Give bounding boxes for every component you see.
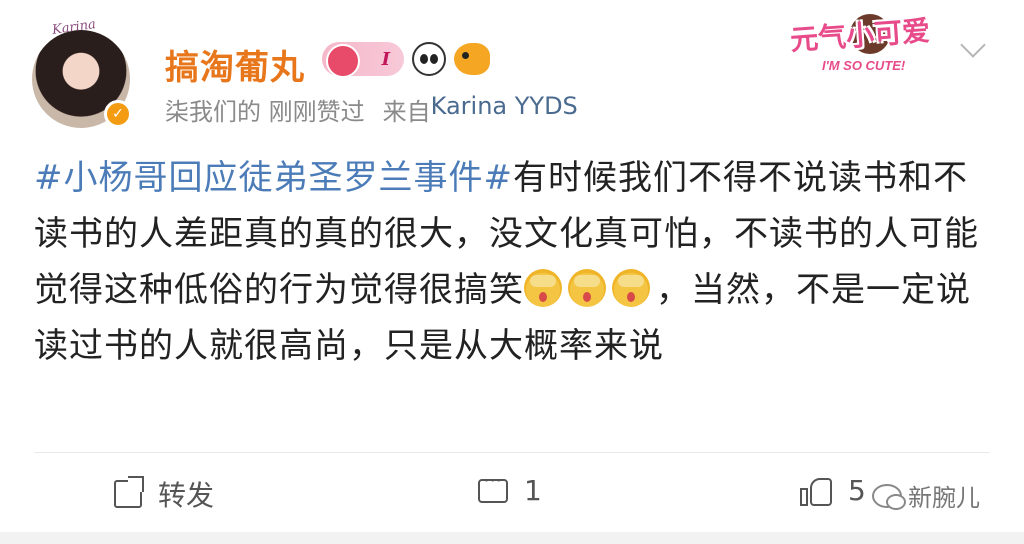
level-value: I [381,48,390,70]
meta-source[interactable]: Karina YYDS [431,92,578,127]
like-count: 5 [848,474,866,507]
facepalm-emoji [612,269,650,307]
watermark-text: 新腕儿 [908,484,980,512]
comment-count: 1 [524,474,542,507]
username[interactable]: 搞淘葡丸 [165,40,305,89]
repost-button[interactable]: 转发 [114,474,214,514]
sticker-title: 元气小可爱 [789,14,932,57]
sticker-subtitle: I'M SO CUTE! [822,58,906,73]
like-button[interactable]: 5 [800,474,866,507]
post-hashtag[interactable]: #小杨哥回应徒弟圣罗兰事件# [34,158,513,198]
verified-icon: ✓ [104,100,132,128]
fish-icon[interactable] [454,43,490,75]
repost-label: 转发 [158,479,215,512]
decorative-sticker: 元气小可爱 I'M SO CUTE! [772,6,956,82]
wechat-icon [872,483,906,510]
post-body: #小杨哥回应徒弟圣罗兰事件#有时候我们不得不说读书和不读书的人差距真的真的很大，… [34,150,994,374]
user-badges: I [322,42,490,78]
meta-from: 来自 [382,98,431,126]
chevron-down-icon[interactable] [960,32,986,58]
post-meta: 柒我们的 刚刚赞过 来自 Karina YYDS [165,92,578,127]
berry-level-icon [326,44,360,78]
like-icon [800,476,832,506]
facepalm-emoji [524,269,562,307]
comment-button[interactable]: 1 [478,471,542,507]
bottom-bar [0,532,1024,544]
panda-icon[interactable] [412,42,446,76]
avatar[interactable]: Karina ✓ [28,17,136,130]
comment-icon [478,471,508,503]
facepalm-emoji [568,269,606,307]
level-badge[interactable]: I [322,42,404,78]
repost-icon [114,480,142,508]
action-bar: 转发 1 5 [0,466,1024,522]
divider [34,452,990,453]
meta-action: 柒我们的 刚刚赞过 [165,98,365,126]
watermark: 新腕儿 [872,478,980,513]
